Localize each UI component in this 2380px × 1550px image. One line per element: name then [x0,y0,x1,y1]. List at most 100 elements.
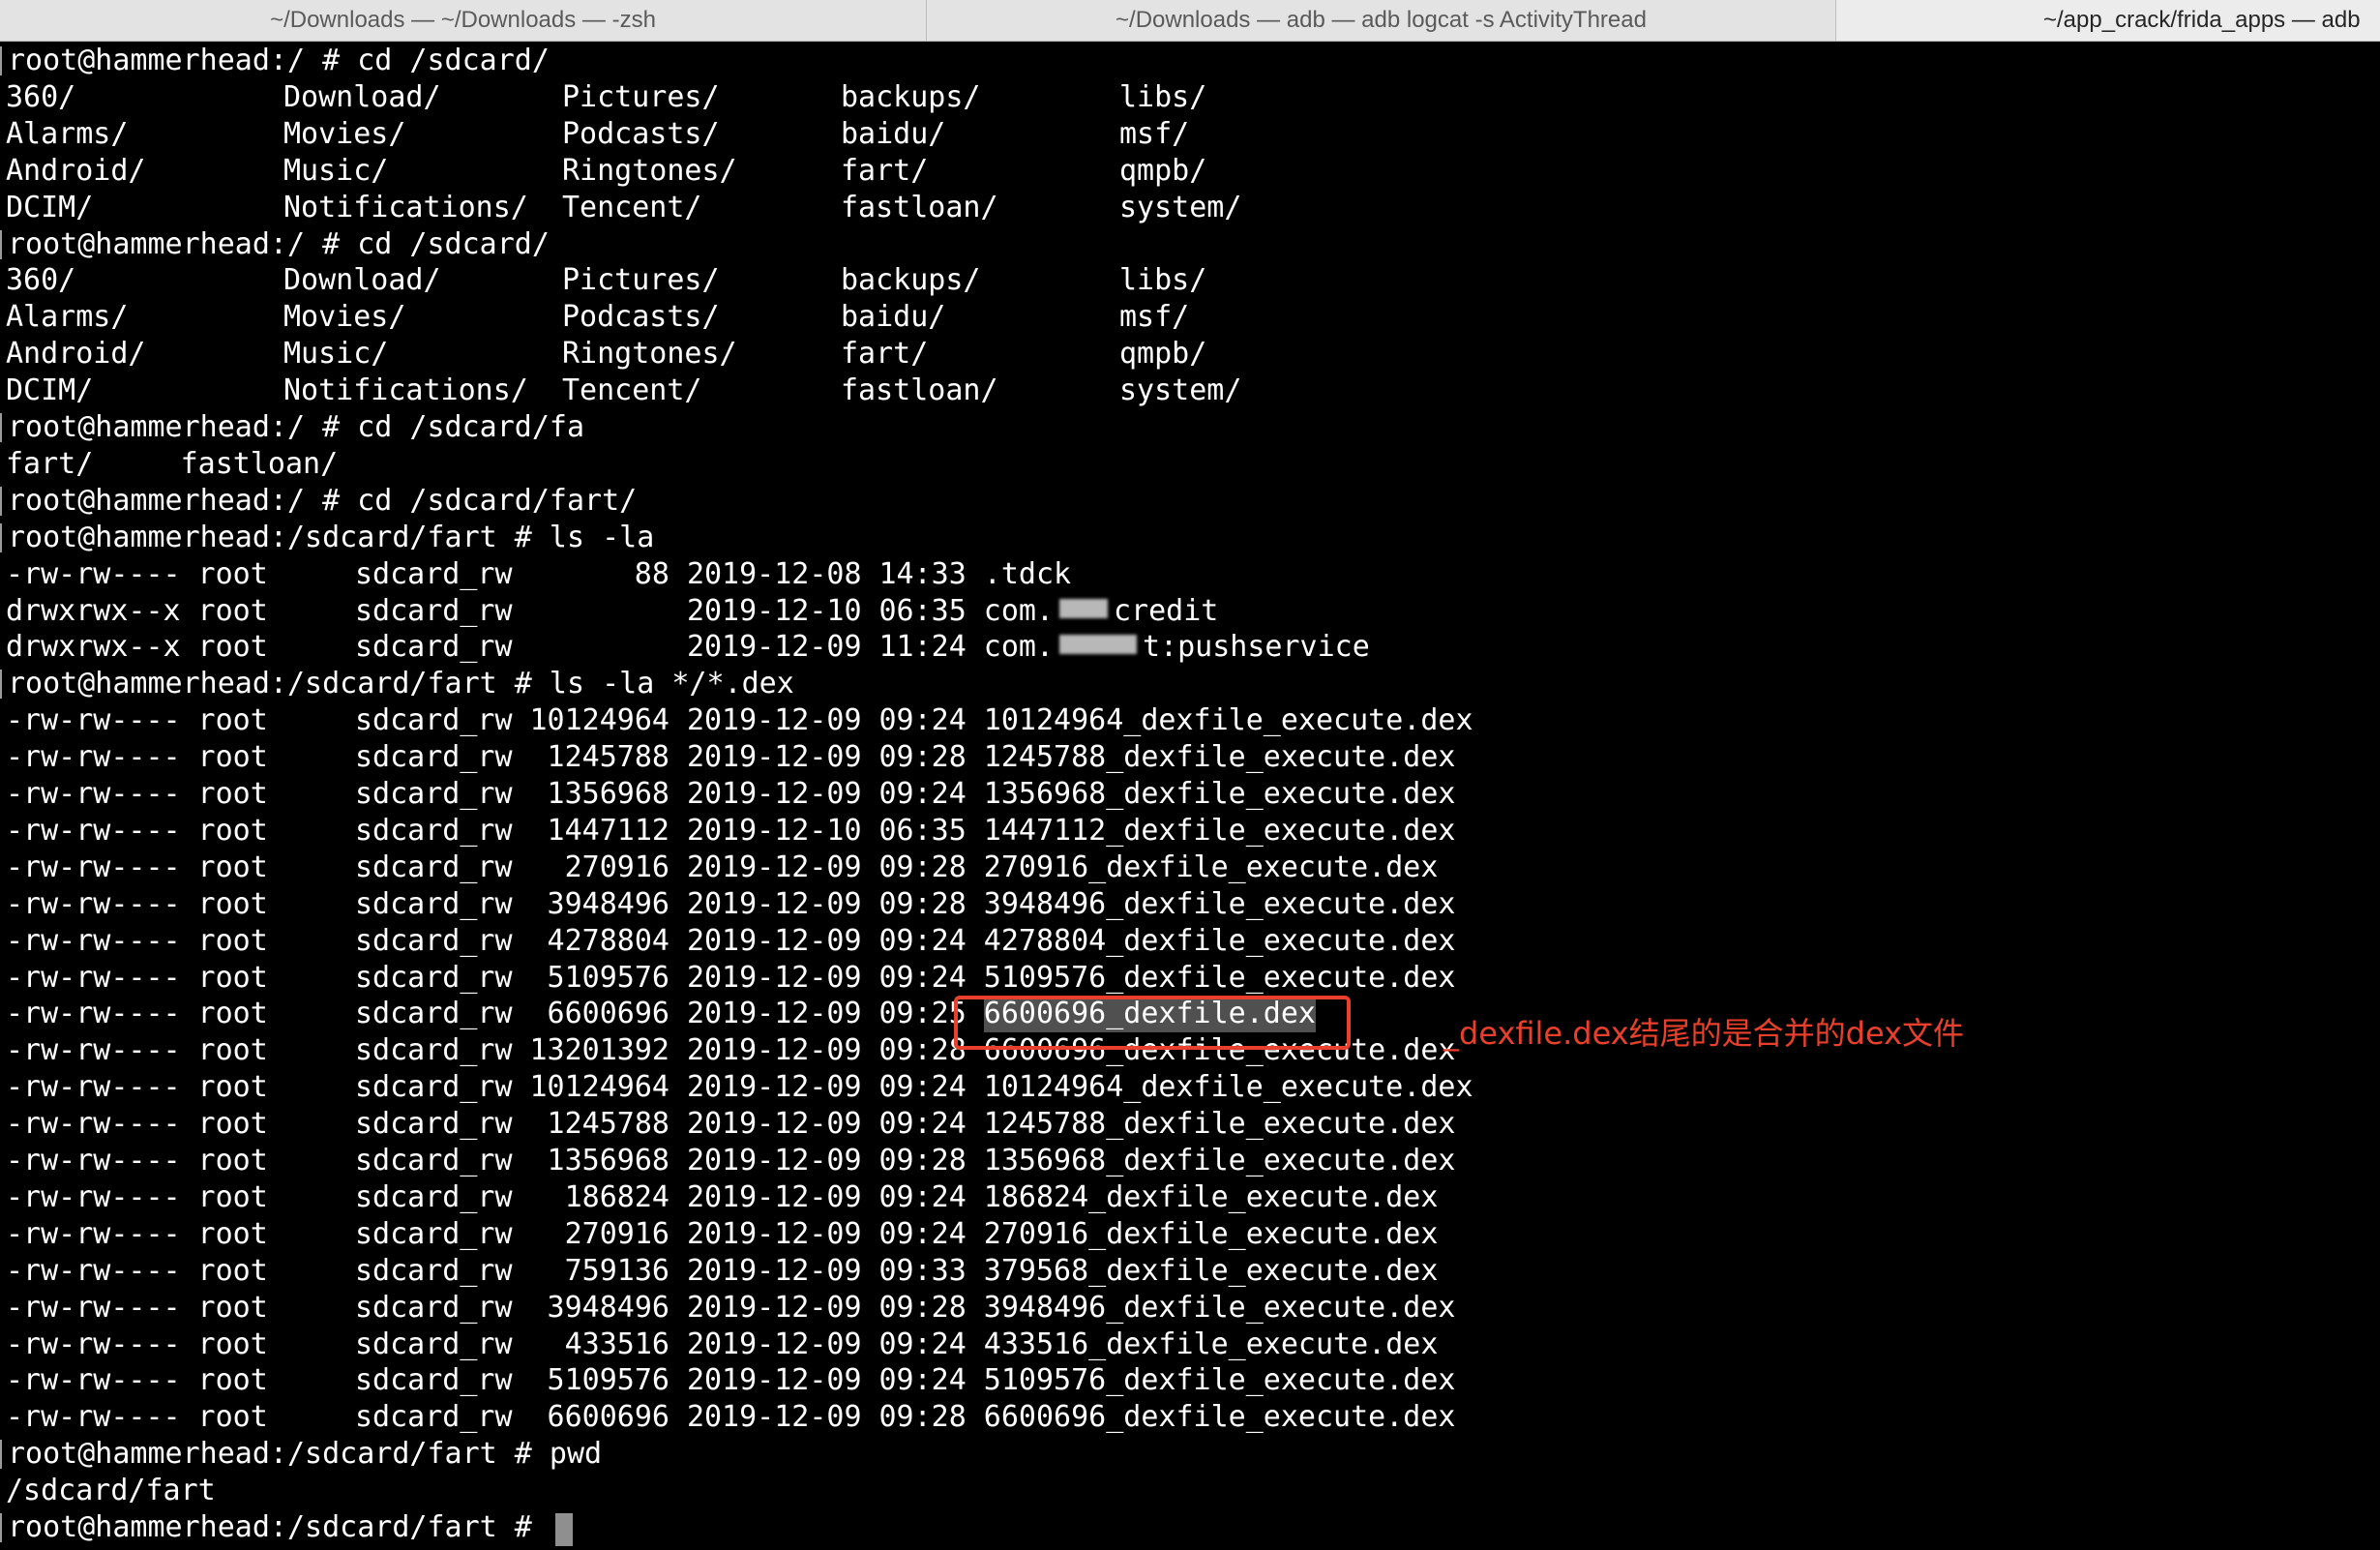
file-size: 270916 [564,850,669,884]
file-size: 4278804 [547,923,669,958]
file-owner: root [197,630,268,665]
terminal-line: -rw-rw---- root sdcard_rw 10124964 2019-12-0… [0,702,2380,739]
file-time: 11:24 [878,630,967,665]
file-group: sdcard_rw [355,1363,513,1398]
ls-entry: 360/ [6,79,76,114]
file-date: 2019-12-09 [686,1326,862,1361]
ls-entry: system/ [1119,190,1242,224]
ls-entry: Pictures/ [562,79,720,114]
file-size: 270916 [564,1216,669,1251]
ls-entry: Android/ [6,337,146,372]
file-name-tail: credit [1114,593,1219,628]
terminal-line: -rw-rw---- root sdcard_rw 6600696 2019-12-09… [0,1399,2380,1436]
terminal-line: -rw-rw---- root sdcard_rw 270916 2019-12-09 0… [0,1216,2380,1253]
tab-adb-logcat[interactable]: ~/Downloads — adb — adb logcat -s Activi… [927,0,1836,41]
file-date: 2019-12-09 [686,1253,862,1288]
file-owner: root [197,556,268,591]
ls-entry: libs/ [1119,79,1207,114]
file-group: sdcard_rw [355,1253,513,1288]
file-permissions: -rw-rw---- [6,1326,181,1361]
ls-entry: Movies/ [283,300,406,335]
file-name: 186824_dexfile_execute.dex [983,1179,1439,1214]
file-owner: root [197,740,268,775]
file-size: 6600696 [547,1400,669,1435]
file-owner: root [197,703,268,738]
ls-entry: system/ [1119,373,1242,408]
terminal-cursor[interactable] [554,1513,573,1546]
file-owner: root [197,1253,268,1288]
annotation-text: _dexfile.dex结尾的是合并的dex文件 [1443,1015,1965,1052]
file-group: sdcard_rw [355,740,513,775]
file-owner: root [197,1179,268,1214]
terminal-line: -rw-rw---- root sdcard_rw 1356968 2019-12-09… [0,776,2380,813]
file-date: 2019-12-09 [686,997,862,1031]
file-date: 2019-12-09 [686,923,862,958]
file-group: sdcard_rw [355,850,513,884]
file-time: 09:33 [878,1253,967,1288]
file-owner: root [197,1107,268,1142]
ls-entry: Notifications/ [283,190,528,224]
file-group: sdcard_rw [355,1033,513,1068]
file-group: sdcard_rw [355,630,513,665]
terminal-line: fart/ fastloan/ [0,446,2380,483]
ls-entry: qmpb/ [1119,153,1207,188]
file-owner: root [197,1070,268,1105]
redacted-text [1059,629,1137,666]
terminal-output[interactable]: root@hammerhead:/ # cd /sdcard/360/Downl… [0,41,2380,1550]
file-permissions: -rw-rw---- [6,740,181,775]
file-time: 09:28 [878,1290,967,1325]
file-owner: root [197,1326,268,1361]
file-size: 186824 [564,1179,669,1214]
ls-entry: Podcasts/ [562,300,720,335]
ls-entry: Tencent/ [562,190,702,224]
file-size: 1245788 [547,1107,669,1142]
ls-entry: DCIM/ [6,373,94,408]
file-size: 759136 [564,1253,669,1288]
terminal-line: -rw-rw---- root sdcard_rw 433516 2019-12-09 0… [0,1326,2380,1363]
terminal-line: -rw-rw---- root sdcard_rw 1356968 2019-12-09… [0,1143,2380,1179]
file-owner: root [197,813,268,848]
terminal-line: root@hammerhead:/ # cd /sdcard/ [0,226,2380,263]
file-size: 1447112 [547,813,669,848]
ls-entry: Music/ [283,337,389,372]
file-owner: root [197,1400,268,1435]
file-time: 09:24 [878,1070,967,1105]
file-group: sdcard_rw [355,886,513,921]
tab-bar: ~/Downloads — ~/Downloads — -zsh ~/Downl… [0,0,2380,42]
tab-frida-apps[interactable]: ~/app_crack/frida_apps — adb [1836,0,2380,41]
file-permissions: -rw-rw---- [6,1290,181,1325]
file-permissions: -rw-rw---- [6,556,181,591]
ls-entry: Pictures/ [562,263,720,298]
ls-entry: Podcasts/ [562,116,720,151]
file-time: 09:24 [878,1216,967,1251]
file-size: 88 [634,556,669,591]
file-name: 1356968_dexfile_execute.dex [983,1144,1456,1177]
file-date: 2019-12-09 [686,1070,862,1105]
terminal-line: root@hammerhead:/ # cd /sdcard/fa [0,409,2380,446]
ls-entry: msf/ [1119,300,1190,335]
terminal-line: root@hammerhead:/sdcard/fart # pwd [0,1436,2380,1473]
file-time: 06:35 [878,813,967,848]
ls-entry: Download/ [283,79,441,114]
file-name: com. [983,593,1055,628]
tab-zsh[interactable]: ~/Downloads — ~/Downloads — -zsh [0,0,927,41]
file-group: sdcard_rw [355,1070,513,1105]
terminal-line: -rw-rw---- root sdcard_rw 4278804 2019-12-09… [0,923,2380,960]
file-size: 1245788 [547,740,669,775]
prompt-command: root@hammerhead:/sdcard/fart # ls -la [8,520,655,554]
terminal-line: -rw-rw---- root sdcard_rw 1447112 2019-12-10… [0,813,2380,850]
prompt-command: root@hammerhead:/sdcard/fart # [8,1510,550,1544]
file-size: 10124964 [529,1070,670,1105]
file-name: 5109576_dexfile_execute.dex [983,1363,1456,1398]
file-name: 10124964_dexfile_execute.dex [983,703,1473,738]
terminal-line: root@hammerhead:/sdcard/fart # [0,1509,2380,1546]
annotation-highlight-box [954,996,1351,1050]
terminal-line: -rw-rw---- root sdcard_rw 1245788 2019-12-09… [0,739,2380,776]
ls-entry: Tencent/ [562,373,702,408]
file-permissions: -rw-rw---- [6,886,181,921]
terminal-line: -rw-rw---- root sdcard_rw 3948496 2019-12-09… [0,886,2380,923]
file-owner: root [197,1290,268,1325]
file-date: 2019-12-08 [686,556,862,591]
file-time: 09:24 [878,960,967,995]
file-permissions: -rw-rw---- [6,1144,181,1177]
